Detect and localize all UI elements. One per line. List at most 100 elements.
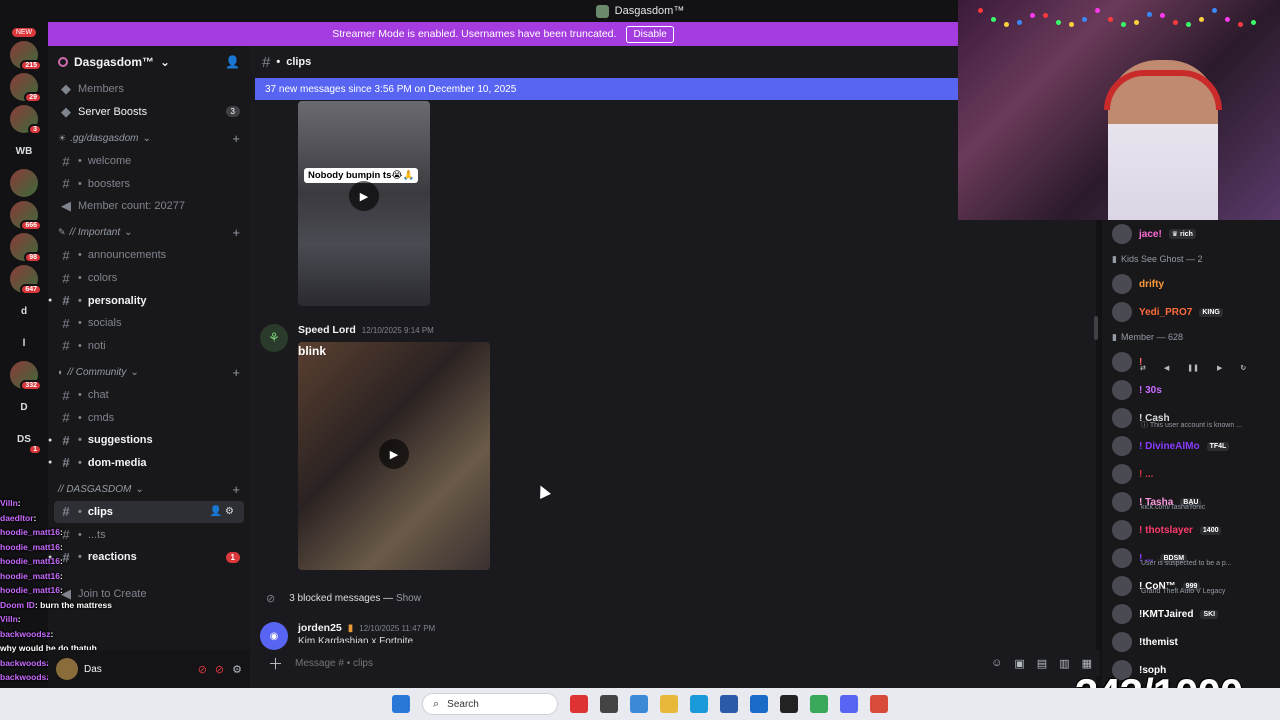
message-author[interactable]: jorden25 [298, 622, 342, 634]
scrollbar[interactable] [1094, 316, 1098, 340]
avatar[interactable]: ⚘ [260, 324, 288, 352]
app-icon[interactable] [570, 695, 588, 713]
sidebar-item-server-boosts[interactable]: ◆ Server Boosts 3 [48, 101, 250, 124]
member-item[interactable]: Yedi_PRO7 KING [1112, 298, 1280, 326]
member-item[interactable]: ! Cash ⓘ This user account is known ... [1112, 404, 1280, 432]
channel-item[interactable]: # • cmds [48, 406, 250, 429]
channel-item[interactable]: # • chat [48, 384, 250, 407]
gif-icon[interactable]: ▣ [1014, 657, 1024, 670]
member-item[interactable]: ! ⇄ ◀ ❚❚ ▶ ↻ [1112, 348, 1280, 376]
channel-settings-icon[interactable]: 👤 ⚙ [210, 506, 234, 517]
video-thumbnail[interactable]: Nobody bumpin ts😭🙏 ▶ [298, 101, 430, 306]
server-icon[interactable]: 666 [10, 201, 42, 231]
category-header[interactable]: ✎// Important ⌄ + [48, 222, 250, 245]
channel-item[interactable]: ● # • suggestions [48, 429, 250, 452]
store-icon[interactable] [630, 695, 648, 713]
sticker-icon[interactable]: ▤ [1037, 657, 1047, 670]
server-icon[interactable]: 332 [10, 361, 42, 391]
channel-item[interactable]: ● # • dom-media [48, 452, 250, 475]
pause-icon[interactable]: ❚❚ [1187, 364, 1199, 372]
deafen-icon[interactable]: ⊘ [215, 663, 224, 676]
member-item[interactable]: !themist [1112, 628, 1280, 656]
server-icon[interactable]: d [10, 297, 38, 325]
channel-item[interactable]: # • noti [48, 335, 250, 358]
server-icon[interactable]: D [10, 393, 38, 421]
category-header[interactable]: // DASGASDOM ⌄ + [48, 478, 250, 501]
plus-icon[interactable]: ＋ [268, 653, 283, 674]
member-item[interactable]: ! CoN™ 999 Grand Theft Auto V Legacy [1112, 572, 1280, 600]
show-blocked-link[interactable]: Show [396, 593, 421, 604]
server-icon[interactable]: 3 [10, 105, 42, 135]
server-icon[interactable] [10, 169, 38, 197]
server-icon[interactable]: 215 [10, 41, 42, 71]
channel-item[interactable]: # • announcements [48, 244, 250, 267]
server-icon[interactable]: WB [10, 137, 38, 165]
image-icon[interactable]: ▥ [1059, 657, 1069, 670]
file-explorer-icon[interactable] [660, 695, 678, 713]
server-icon[interactable]: 647 [10, 265, 42, 295]
member-item[interactable]: ! 30s [1112, 376, 1280, 404]
video-thumbnail[interactable]: blink ▶ [298, 342, 490, 570]
join-to-create-channel[interactable]: ◀ Join to Create [48, 582, 250, 605]
member-item[interactable]: ! ... [1112, 460, 1280, 488]
new-messages-bar[interactable]: 37 new messages since 3:56 PM on Decembe… [255, 78, 958, 100]
channel-item[interactable]: # • clips 👤 ⚙ [54, 500, 244, 524]
steam-icon[interactable] [780, 695, 798, 713]
discord-icon[interactable] [840, 695, 858, 713]
outlook-icon[interactable] [750, 695, 768, 713]
member-item[interactable]: jace! ♛ rich [1112, 220, 1280, 248]
add-channel-icon[interactable]: + [232, 225, 240, 240]
play-icon[interactable]: ▶ [379, 439, 409, 469]
channel-item[interactable]: ● # • reactions 1 [48, 546, 250, 569]
member-item[interactable]: ! Tasha BAU kick.com/TashaTonic [1112, 488, 1280, 516]
server-icon[interactable]: 29 [10, 73, 42, 103]
channel-item[interactable]: # • ...ts [48, 523, 250, 546]
discord-avatar-icon[interactable]: ◉ [260, 622, 288, 650]
server-header[interactable]: Dasgasdom™ ⌄ 👤 [48, 46, 250, 78]
next-icon[interactable]: ▶ [1217, 364, 1222, 372]
member-group-header: ▮ Kids See Ghost — 2 [1112, 248, 1280, 270]
invite-icon[interactable]: 👤 [225, 55, 240, 69]
server-icon[interactable]: DS 1 [10, 425, 42, 455]
add-channel-icon[interactable]: + [232, 482, 240, 497]
member-item[interactable]: ! ... BDSM User is suspected to be a p... [1112, 544, 1280, 572]
category-header[interactable]: ☀ .gg/dasgasdom ⌄ + [48, 127, 250, 150]
chrome-icon[interactable] [870, 695, 888, 713]
shuffle-icon[interactable]: ⇄ [1140, 364, 1146, 372]
server-icon[interactable]: 98 [10, 233, 42, 263]
member-item[interactable]: drifty [1112, 270, 1280, 298]
category-header[interactable]: ◐// Community ⌄ + [48, 361, 250, 384]
sidebar-item-members[interactable]: ◆ Members [48, 78, 250, 101]
add-channel-icon[interactable]: + [232, 131, 240, 146]
emoji-icon[interactable]: ☺ [991, 657, 1002, 670]
channel-item[interactable]: ◀ Member count: 20277 [48, 195, 250, 218]
channel-item[interactable]: ● # • personality [48, 289, 250, 312]
edge-icon[interactable] [690, 695, 708, 713]
chrome-icon[interactable] [810, 695, 828, 713]
apps-icon[interactable]: ▦ [1082, 657, 1092, 670]
calculator-icon[interactable] [720, 695, 738, 713]
taskbar-search[interactable]: ⌕ Search [422, 693, 558, 715]
channel-item[interactable]: # • boosters [48, 172, 250, 195]
message-input[interactable] [295, 657, 980, 669]
gear-icon[interactable]: ⚙ [232, 663, 242, 676]
prev-icon[interactable]: ◀ [1164, 364, 1169, 372]
member-item[interactable]: ! thotslayer 1400 [1112, 516, 1280, 544]
server-initials: WB [15, 145, 33, 157]
disable-streamer-mode-button[interactable]: Disable [626, 25, 674, 43]
task-view-icon[interactable] [600, 695, 618, 713]
member-tag: 1400 [1199, 525, 1222, 535]
windows-start-icon[interactable] [392, 695, 410, 713]
channel-item[interactable]: # • socials [48, 312, 250, 335]
add-channel-icon[interactable]: + [232, 365, 240, 380]
member-item[interactable]: ! DivineAlMo TF4L [1112, 432, 1280, 460]
avatar[interactable] [56, 658, 78, 680]
play-icon[interactable]: ▶ [349, 181, 379, 211]
member-item[interactable]: !KMTJaired SKI [1112, 600, 1280, 628]
message-author[interactable]: Speed Lord [298, 324, 356, 336]
server-icon[interactable]: l [10, 329, 38, 357]
channel-item[interactable]: # • welcome [48, 150, 250, 173]
channel-item[interactable]: # • colors [48, 267, 250, 290]
repeat-icon[interactable]: ↻ [1240, 364, 1246, 372]
mic-muted-icon[interactable]: ⊘ [198, 663, 207, 676]
